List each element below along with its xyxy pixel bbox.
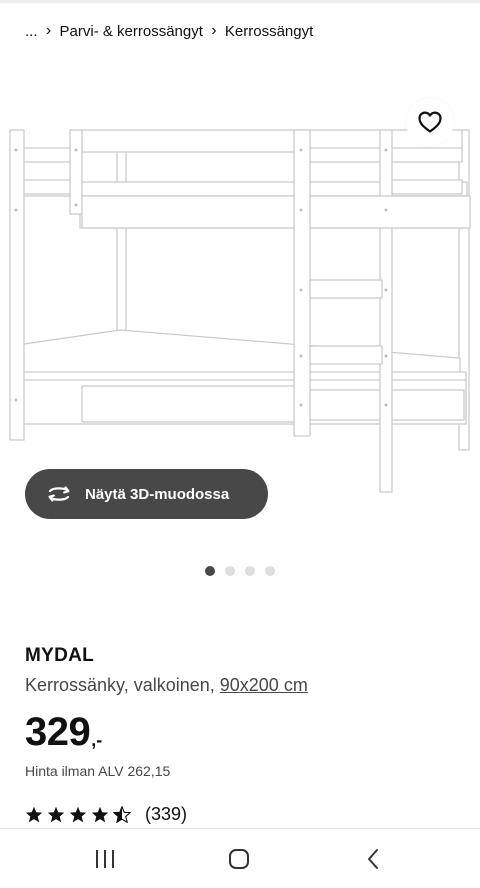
view-3d-label: Näytä 3D-muodossa — [85, 485, 230, 503]
product-description: Kerrossänky, valkoinen, 90x200 cm — [25, 675, 308, 696]
product-name: MYDAL — [25, 645, 95, 666]
rating-stars — [25, 806, 131, 823]
home-icon — [229, 849, 249, 869]
breadcrumb-ellipsis[interactable]: ... — [25, 23, 38, 40]
star-icon — [47, 806, 65, 823]
heart-outline-icon — [418, 111, 442, 133]
favourite-button[interactable] — [406, 98, 454, 146]
pagination-dot[interactable] — [205, 566, 215, 576]
status-divider — [0, 0, 480, 3]
breadcrumb-bunk-beds[interactable]: Kerrossängyt — [225, 23, 313, 40]
pagination-dot[interactable] — [245, 566, 255, 576]
recent-apps-icon — [96, 850, 114, 868]
price-main: 329 — [25, 710, 91, 754]
star-icon — [91, 806, 109, 823]
chevron-right-icon: › — [45, 22, 52, 39]
view-3d-button[interactable]: Näytä 3D-muodossa — [25, 469, 268, 519]
rotate-3d-icon — [48, 486, 70, 502]
gallery-pagination — [205, 566, 275, 576]
breadcrumb-loft-bunk-beds[interactable]: Parvi- & kerrossängyt — [60, 23, 203, 40]
star-icon — [25, 806, 43, 823]
price-without-vat: Hinta ilman ALV 262,15 — [25, 763, 171, 779]
product-size-link[interactable]: 90x200 cm — [220, 675, 308, 695]
back-icon — [368, 849, 378, 869]
recent-apps-button[interactable] — [65, 829, 145, 888]
breadcrumb: ... › Parvi- & kerrossängyt › Kerrossäng… — [25, 18, 313, 44]
back-button[interactable] — [333, 829, 413, 888]
star-icon — [69, 806, 87, 823]
pagination-dot[interactable] — [265, 566, 275, 576]
chevron-right-icon: › — [211, 22, 217, 39]
star-half-icon — [113, 806, 131, 823]
home-button[interactable] — [199, 829, 279, 888]
pagination-dot[interactable] — [225, 566, 235, 576]
price-decimals: ,- — [91, 730, 103, 750]
product-price: 329 ,- — [25, 706, 102, 758]
rating-count: (339) — [145, 804, 188, 824]
product-rating[interactable]: (339) — [25, 804, 187, 825]
product-description-text: Kerrossänky, valkoinen, — [25, 675, 220, 695]
system-navigation-bar — [0, 828, 480, 888]
